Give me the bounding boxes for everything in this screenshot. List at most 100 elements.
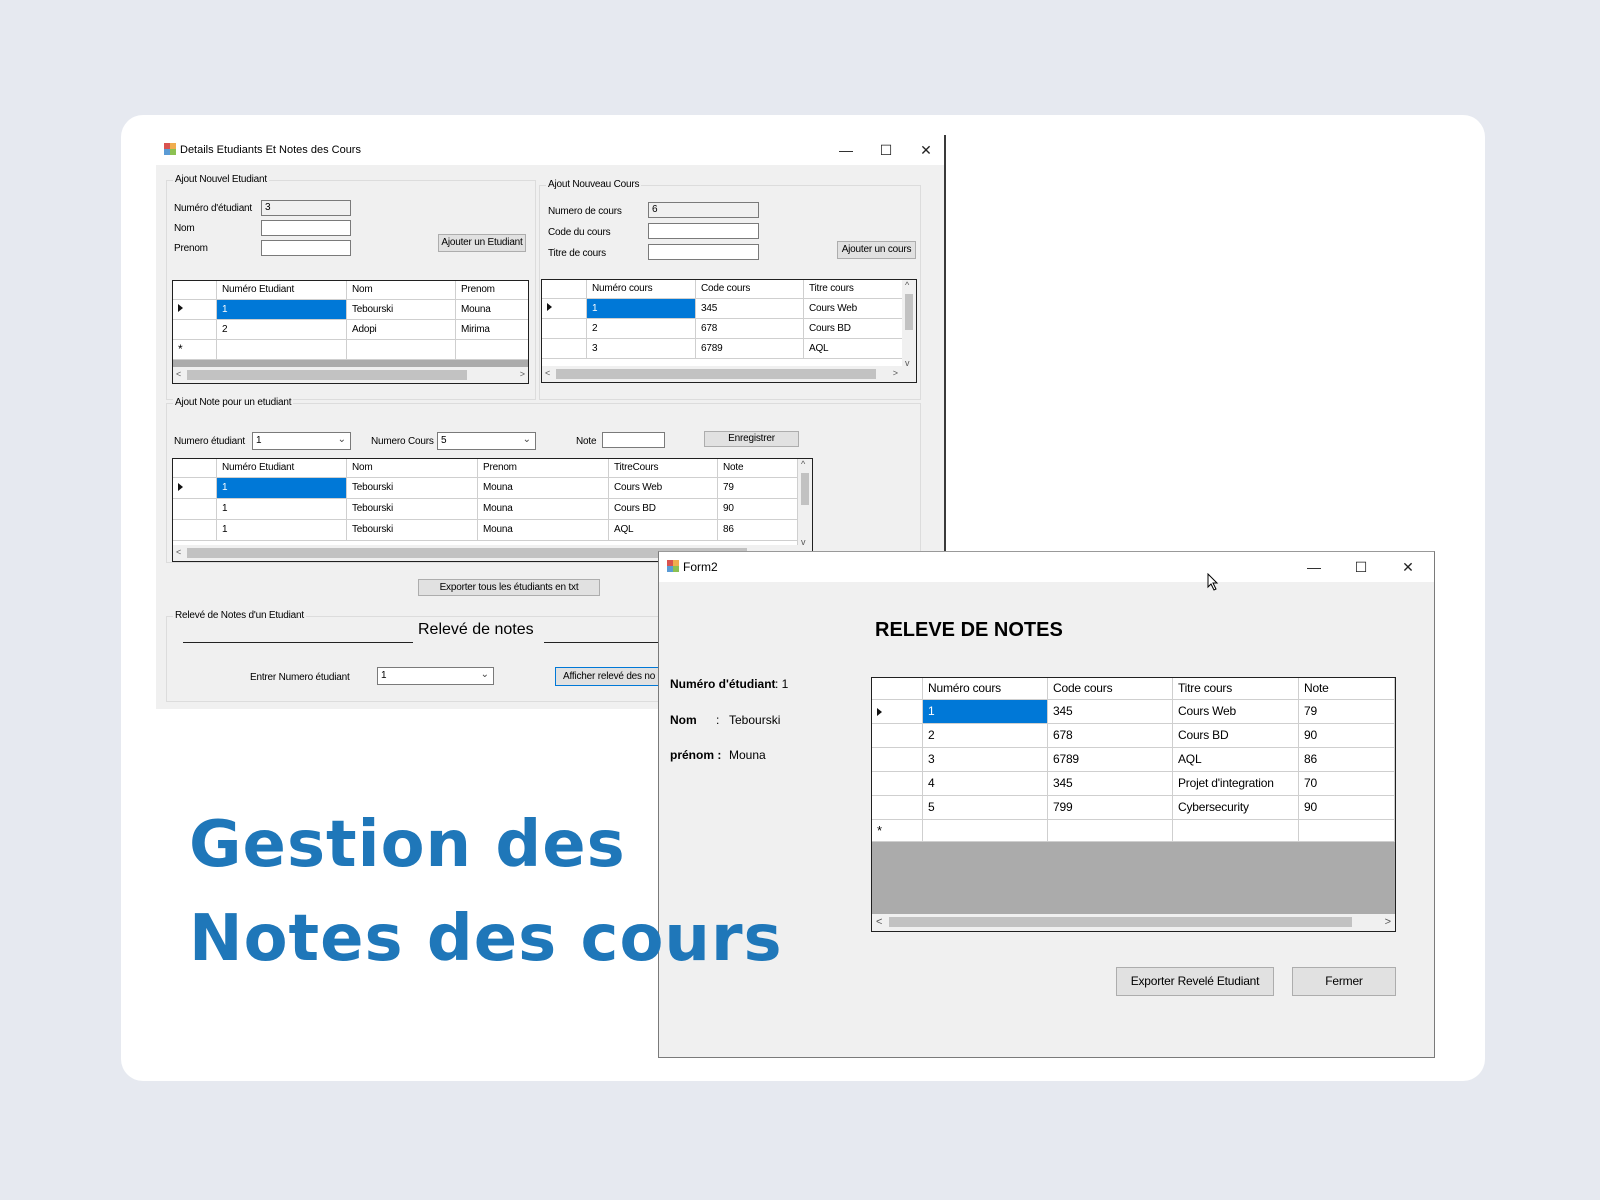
- note-value-field[interactable]: [602, 432, 665, 448]
- table-cell[interactable]: Mouna: [478, 520, 609, 541]
- table-row[interactable]: 1 Tebourski Mouna Cours Web 79: [173, 478, 798, 499]
- table-row[interactable]: 1 345 Cours Web 79: [872, 700, 1395, 724]
- vertical-scrollbar[interactable]: ^ v: [798, 459, 812, 547]
- table-cell[interactable]: 6789: [696, 339, 804, 359]
- horizontal-scrollbar[interactable]: < >: [872, 914, 1395, 931]
- scroll-thumb[interactable]: [187, 370, 467, 380]
- table-cell[interactable]: 345: [1048, 700, 1173, 724]
- scroll-right-icon[interactable]: >: [520, 369, 525, 379]
- table-row[interactable]: 1 Tebourski Mouna AQL 86: [173, 520, 798, 541]
- grid-header-cell[interactable]: TitreCours: [609, 459, 718, 478]
- courses-grid[interactable]: Numéro cours Code cours Titre cours 1 34…: [541, 279, 917, 383]
- scroll-thumb[interactable]: [889, 917, 1352, 927]
- table-row[interactable]: 2 678 Cours BD: [542, 319, 904, 339]
- table-cell[interactable]: Cours BD: [1173, 724, 1299, 748]
- vertical-scrollbar[interactable]: ^ v: [902, 280, 916, 368]
- close-icon[interactable]: ✕: [1388, 552, 1428, 582]
- table-cell[interactable]: Projet d'integration: [1173, 772, 1299, 796]
- table-cell[interactable]: 345: [696, 299, 804, 319]
- grid-header-cell[interactable]: Note: [718, 459, 798, 478]
- table-cell[interactable]: Mouna: [478, 499, 609, 520]
- table-row[interactable]: 1 Tebourski Mouna: [173, 300, 528, 320]
- maximize-icon[interactable]: ☐: [866, 135, 906, 165]
- table-cell[interactable]: 1: [217, 499, 347, 520]
- table-cell[interactable]: 4: [923, 772, 1048, 796]
- grid-header-cell[interactable]: Titre cours: [804, 280, 904, 299]
- student-nom-field[interactable]: [261, 220, 351, 236]
- note-student-select[interactable]: 1 ⌄: [252, 432, 351, 450]
- chevron-down-icon[interactable]: ⌄: [338, 434, 346, 446]
- save-note-button[interactable]: Enregistrer: [704, 431, 799, 447]
- scroll-thumb[interactable]: [801, 473, 809, 505]
- table-cell[interactable]: Cybersecurity: [1173, 796, 1299, 820]
- horizontal-scrollbar[interactable]: < >: [542, 366, 916, 382]
- scroll-left-icon[interactable]: <: [176, 547, 181, 557]
- table-cell[interactable]: 1: [923, 700, 1048, 724]
- grid-header-cell[interactable]: Code cours: [696, 280, 804, 299]
- grid-header-cell[interactable]: Note: [1299, 678, 1395, 700]
- table-cell[interactable]: 3: [923, 748, 1048, 772]
- table-cell[interactable]: 1: [587, 299, 696, 319]
- form2-grades-grid[interactable]: Numéro cours Code cours Titre cours Note…: [871, 677, 1396, 932]
- table-cell[interactable]: AQL: [1173, 748, 1299, 772]
- table-cell[interactable]: 90: [718, 499, 798, 520]
- main-window-titlebar[interactable]: Details Etudiants Et Notes des Cours — ☐…: [156, 135, 944, 165]
- table-cell[interactable]: 345: [1048, 772, 1173, 796]
- horizontal-scrollbar[interactable]: < >: [173, 367, 528, 383]
- table-cell[interactable]: Cours BD: [609, 499, 718, 520]
- table-cell[interactable]: 678: [696, 319, 804, 339]
- table-cell[interactable]: 90: [1299, 724, 1395, 748]
- grid-header-cell[interactable]: Numéro cours: [923, 678, 1048, 700]
- grid-header-cell[interactable]: Code cours: [1048, 678, 1173, 700]
- scroll-left-icon[interactable]: <: [176, 369, 181, 379]
- table-cell[interactable]: AQL: [609, 520, 718, 541]
- grid-header-cell[interactable]: Nom: [347, 281, 456, 300]
- scroll-left-icon[interactable]: <: [876, 916, 882, 928]
- table-row[interactable]: 2 678 Cours BD 90: [872, 724, 1395, 748]
- table-cell[interactable]: Mouna: [456, 300, 528, 320]
- table-cell[interactable]: 2: [923, 724, 1048, 748]
- table-row[interactable]: 1 345 Cours Web: [542, 299, 904, 319]
- chevron-down-icon[interactable]: ⌄: [481, 669, 489, 681]
- table-row[interactable]: 5 799 Cybersecurity 90: [872, 796, 1395, 820]
- new-row[interactable]: *: [872, 820, 1395, 842]
- table-cell[interactable]: AQL: [804, 339, 904, 359]
- table-cell[interactable]: Cours Web: [804, 299, 904, 319]
- table-cell[interactable]: 3: [587, 339, 696, 359]
- minimize-icon[interactable]: —: [826, 135, 866, 165]
- student-prenom-field[interactable]: [261, 240, 351, 256]
- student-num-field[interactable]: 3: [261, 200, 351, 216]
- grid-header-cell[interactable]: Titre cours: [1173, 678, 1299, 700]
- table-cell[interactable]: Adopi: [347, 320, 456, 340]
- releve-student-select[interactable]: 1 ⌄: [377, 667, 494, 685]
- table-cell[interactable]: Cours BD: [804, 319, 904, 339]
- note-course-select[interactable]: 5 ⌄: [437, 432, 536, 450]
- grid-header-cell[interactable]: Numéro Etudiant: [217, 459, 347, 478]
- scroll-up-icon[interactable]: ^: [905, 280, 909, 290]
- table-cell[interactable]: 799: [1048, 796, 1173, 820]
- grid-header-cell[interactable]: Prenom: [478, 459, 609, 478]
- table-cell[interactable]: Cours Web: [1173, 700, 1299, 724]
- course-titre-field[interactable]: [648, 244, 759, 260]
- table-cell[interactable]: 1: [217, 520, 347, 541]
- table-cell[interactable]: 5: [923, 796, 1048, 820]
- table-row[interactable]: 1 Tebourski Mouna Cours BD 90: [173, 499, 798, 520]
- scroll-right-icon[interactable]: >: [893, 368, 898, 378]
- table-cell[interactable]: 1: [217, 478, 347, 499]
- notes-grid[interactable]: Numéro Etudiant Nom Prenom TitreCours No…: [172, 458, 813, 562]
- table-cell[interactable]: 90: [1299, 796, 1395, 820]
- table-cell[interactable]: Cours Web: [609, 478, 718, 499]
- new-row[interactable]: *: [173, 340, 528, 360]
- course-code-field[interactable]: [648, 223, 759, 239]
- table-cell[interactable]: 70: [1299, 772, 1395, 796]
- minimize-icon[interactable]: —: [1294, 552, 1334, 582]
- close-form-button[interactable]: Fermer: [1292, 967, 1396, 996]
- scroll-up-icon[interactable]: ^: [801, 459, 805, 469]
- table-cell[interactable]: 1: [217, 300, 347, 320]
- table-cell[interactable]: 86: [718, 520, 798, 541]
- table-cell[interactable]: Tebourski: [347, 520, 478, 541]
- grid-header-cell[interactable]: Numéro cours: [587, 280, 696, 299]
- grid-header-cell[interactable]: Nom: [347, 459, 478, 478]
- table-cell[interactable]: 6789: [1048, 748, 1173, 772]
- export-releve-button[interactable]: Exporter Revelé Etudiant: [1116, 967, 1274, 996]
